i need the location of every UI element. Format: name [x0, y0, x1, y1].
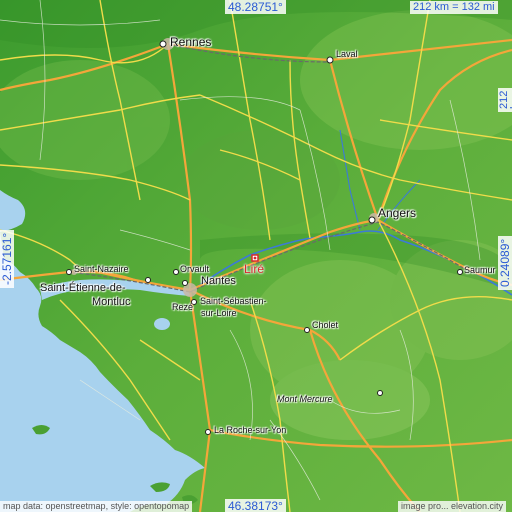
map-view[interactable]: Rennes Laval Angers Saumur Cholet Nantes… — [0, 0, 512, 512]
city-label-nantes: Nantes — [201, 275, 236, 287]
city-label-la-roche-sur-yon: La Roche-sur-Yon — [214, 425, 287, 435]
city-label-saint-etienne-line1: Saint-Étienne-de- — [40, 282, 126, 294]
coord-top: 48.28751° — [225, 0, 286, 14]
city-label-saint-nazaire: Saint-Nazaire — [74, 264, 129, 274]
city-label-orvault: Orvault — [180, 264, 210, 274]
scale-label-top: 212 km = 132 mi — [410, 1, 498, 14]
coord-right: 0.24089° — [498, 235, 512, 290]
city-label-angers: Angers — [378, 206, 417, 220]
city-label-reze: Rezé — [172, 302, 194, 312]
location-marker-dot — [253, 256, 257, 260]
city-label-rennes: Rennes — [170, 35, 212, 49]
city-label-laval: Laval — [336, 49, 358, 59]
credit-image[interactable]: image pro... elevation.city — [398, 501, 507, 512]
coord-bottom: 46.38173° — [225, 499, 286, 512]
peak-label-mont-mercure: Mont Mercure — [277, 394, 333, 404]
city-label-saumur: Saumur — [464, 265, 496, 275]
city-label-saint-sebastien-line1: Saint-Sébastien- — [200, 296, 267, 306]
map-canvas — [0, 0, 512, 512]
city-label-saint-etienne-line2: Montluc — [92, 296, 131, 308]
lake — [154, 318, 170, 330]
coord-left: -2.57161° — [0, 229, 14, 288]
scale-label-side: 212 km = 132 mi — [498, 87, 512, 112]
credit-map-data: map data: openstreetmap, style: opentopo… — [0, 501, 193, 512]
location-label: Liré — [244, 262, 265, 276]
city-label-saint-sebastien-line2: sur-Loire — [201, 308, 237, 318]
city-label-cholet: Cholet — [312, 320, 339, 330]
